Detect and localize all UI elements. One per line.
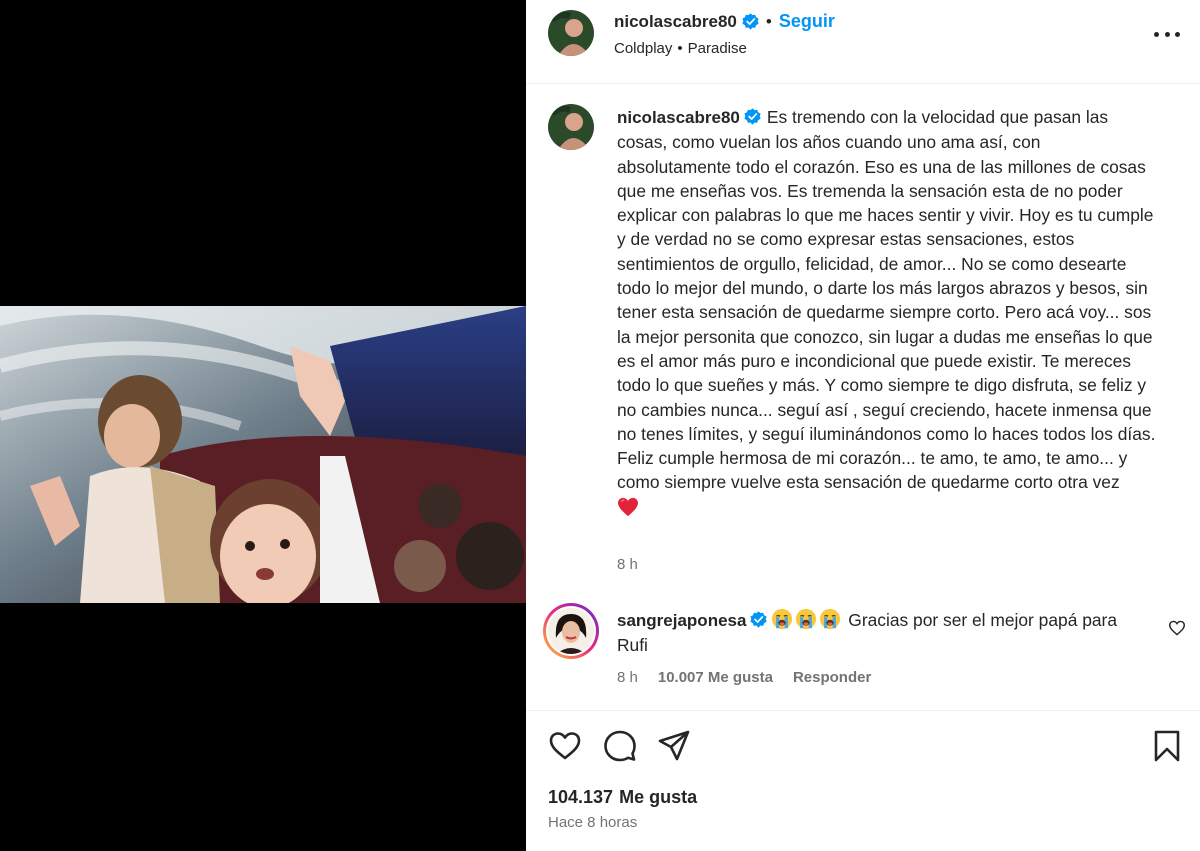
post-caption: nicolascabre80 Es tremendo con la veloci… (617, 105, 1157, 517)
verified-badge-icon (742, 13, 759, 30)
comment-bubble-icon[interactable] (603, 729, 637, 763)
save-bookmark-icon[interactable] (1150, 729, 1184, 763)
like-heart-icon[interactable] (548, 729, 582, 763)
caption-username[interactable]: nicolascabre80 (617, 108, 740, 127)
author-username[interactable]: nicolascabre80 (614, 12, 737, 32)
reply-button[interactable]: Responder (793, 669, 871, 686)
follow-button[interactable]: Seguir (779, 11, 835, 32)
post-likes[interactable]: 104.137 Me gusta (548, 787, 697, 808)
post-likes-count: 104.137 (548, 787, 614, 807)
comment-likes[interactable]: 10.007 Me gusta (658, 669, 773, 686)
actions-divider (526, 710, 1200, 711)
music-info[interactable]: Coldplay • Paradise (614, 40, 747, 57)
loudly-crying-face-emoji-icon (796, 608, 817, 630)
more-options-icon[interactable] (1154, 28, 1180, 40)
music-artist: Coldplay (614, 40, 673, 57)
post-panel: nicolascabre80 • Seguir Coldplay • Parad… (526, 0, 1200, 851)
commenter-avatar[interactable] (543, 603, 599, 659)
loudly-crying-face-emoji-icon (772, 608, 793, 630)
loudly-crying-face-emoji-icon (820, 608, 841, 630)
post-likes-label: Me gusta (619, 787, 698, 807)
commenter-username[interactable]: sangrejaponesa (617, 611, 746, 630)
author-avatar[interactable] (548, 10, 594, 56)
post-media (0, 0, 526, 851)
music-separator: • (677, 40, 683, 57)
comment-like-heart-icon[interactable] (1168, 620, 1186, 636)
comment-likes-count: 10.007 (657, 669, 704, 686)
share-paper-plane-icon[interactable] (657, 729, 691, 763)
verified-badge-icon (750, 611, 768, 628)
concert-photo-image (0, 306, 526, 603)
comment-timestamp[interactable]: 8 h (617, 669, 638, 686)
caption-author-avatar[interactable] (548, 104, 594, 150)
comment-body: sangrejaponesa Gracias por ser el mejor … (617, 608, 1137, 658)
separator-dot: • (765, 11, 772, 31)
red-heart-emoji-icon (618, 497, 638, 516)
post-photo[interactable] (0, 306, 526, 603)
post-header: nicolascabre80 • Seguir Coldplay • Parad… (526, 0, 1200, 84)
comment-meta: 8 h 10.007 Me gusta Responder (617, 669, 871, 686)
caption-timestamp[interactable]: 8 h (617, 556, 638, 573)
music-track: Paradise (687, 40, 747, 57)
verified-badge-icon (744, 108, 761, 125)
comment-likes-label: Me gusta (707, 669, 773, 686)
caption-text: Es tremendo con la velocidad que pasan l… (617, 107, 1156, 493)
post-timestamp[interactable]: Hace 8 horas (548, 814, 637, 831)
